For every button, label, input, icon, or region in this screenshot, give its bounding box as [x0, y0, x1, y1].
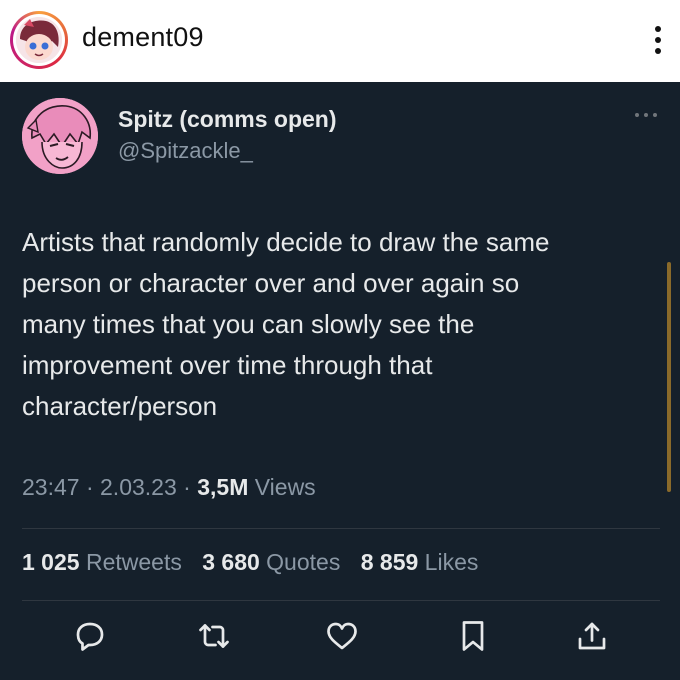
- tweet-time[interactable]: 23:47: [22, 474, 80, 500]
- more-options-icon[interactable]: [632, 110, 660, 122]
- tweet-handle[interactable]: @Spitzackle_: [118, 138, 253, 164]
- retweet-icon[interactable]: [196, 618, 232, 654]
- instagram-header: dement09: [0, 0, 680, 82]
- divider: [22, 528, 660, 529]
- quotes-stat[interactable]: 3 680 Quotes: [202, 549, 340, 575]
- reply-icon[interactable]: [72, 618, 108, 654]
- tweet-text: Artists that randomly decide to draw the…: [22, 227, 550, 421]
- tweet-display-name[interactable]: Spitz (comms open): [118, 106, 337, 133]
- meta-separator: ·: [85, 474, 94, 500]
- retweets-stat[interactable]: 1 025 Retweets: [22, 549, 182, 575]
- retweets-label: Retweets: [85, 549, 182, 575]
- share-icon[interactable]: [574, 618, 610, 654]
- scroll-indicator[interactable]: [667, 262, 671, 492]
- views-count: 3,5M: [197, 474, 249, 500]
- quotes-label: Quotes: [266, 549, 341, 575]
- tweet-meta: 23:47 · 2.03.23 · 3,5M Views: [22, 474, 316, 501]
- retweets-count: 1 025: [22, 549, 80, 575]
- avatar-drawing: [16, 17, 62, 63]
- bookmark-icon[interactable]: [455, 618, 491, 654]
- likes-count: 8 859: [360, 549, 419, 575]
- vertical-dots-icon[interactable]: [646, 20, 670, 60]
- like-icon[interactable]: [324, 618, 360, 654]
- likes-label: Likes: [424, 549, 479, 575]
- views-label: Views: [254, 474, 316, 500]
- instagram-username[interactable]: dement09: [82, 22, 204, 53]
- tweet-stats: 1 025 Retweets 3 680 Quotes 8 859 Likes: [22, 549, 492, 576]
- divider: [22, 600, 660, 601]
- tweet-card: Spitz (comms open) @Spitzackle_ Artists …: [0, 82, 680, 680]
- quotes-count: 3 680: [202, 549, 260, 575]
- likes-stat[interactable]: 8 859 Likes: [361, 549, 479, 575]
- instagram-avatar[interactable]: [10, 11, 68, 69]
- tweet-date[interactable]: 2.03.23: [100, 474, 177, 500]
- tweet-avatar[interactable]: [22, 98, 98, 174]
- meta-separator: ·: [183, 474, 191, 500]
